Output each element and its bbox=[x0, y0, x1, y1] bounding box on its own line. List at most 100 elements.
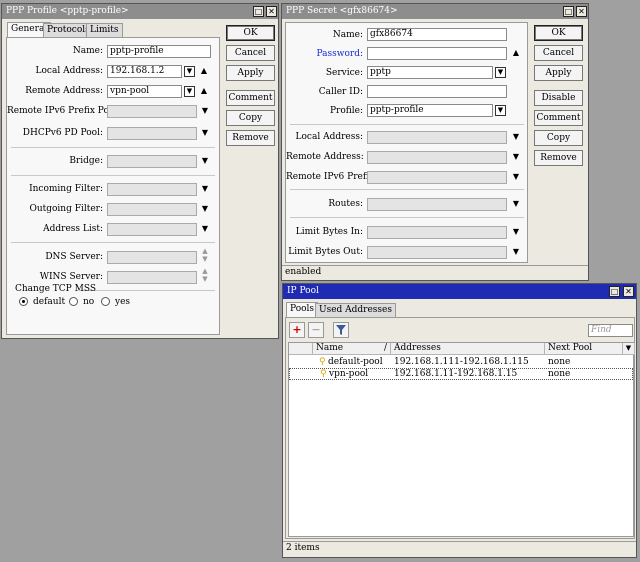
incoming-filter-input[interactable] bbox=[107, 183, 197, 196]
limit-bytes-out-input[interactable] bbox=[367, 246, 507, 259]
radio-yes-label: yes bbox=[115, 297, 131, 307]
remote-ipv6-prefix-pool-input[interactable] bbox=[107, 105, 197, 118]
limit-bytes-out-dropdown-icon[interactable]: ▼ bbox=[511, 247, 521, 257]
col-addresses-header[interactable]: Addresses bbox=[391, 343, 545, 355]
ok-button[interactable]: OK bbox=[226, 25, 275, 41]
address-list-label: Address List: bbox=[43, 224, 103, 234]
pool-name-cell: default-pool bbox=[328, 357, 383, 367]
tab-limits[interactable]: Limits bbox=[86, 23, 123, 37]
password-collapse-icon[interactable]: ▲ bbox=[511, 48, 521, 58]
password-input[interactable] bbox=[367, 47, 507, 60]
secret-remote-address-input[interactable] bbox=[367, 151, 507, 164]
profile-dropdown-icon[interactable]: ▼ bbox=[495, 105, 506, 116]
dns-server-spin-down-icon[interactable]: ▼ bbox=[200, 255, 210, 263]
cancel-button[interactable]: Cancel bbox=[534, 45, 583, 61]
col-next-pool-header[interactable]: Next Pool bbox=[545, 343, 623, 355]
dhcpv6-pd-pool-input[interactable] bbox=[107, 127, 197, 140]
maximize-icon[interactable]: □ bbox=[609, 286, 620, 297]
service-select[interactable]: pptp bbox=[367, 66, 493, 79]
name-input[interactable]: pptp-profile bbox=[107, 45, 211, 58]
limit-bytes-in-dropdown-icon[interactable]: ▼ bbox=[511, 227, 521, 237]
close-icon[interactable]: ✕ bbox=[266, 6, 277, 17]
copy-button[interactable]: Copy bbox=[226, 110, 275, 126]
limit-bytes-in-input[interactable] bbox=[367, 226, 507, 239]
outgoing-filter-input[interactable] bbox=[107, 203, 197, 216]
ppp-profile-titlebar[interactable]: PPP Profile <pptp-profile> bbox=[2, 4, 278, 19]
dns-server-label: DNS Server: bbox=[45, 252, 103, 262]
wins-server-input[interactable] bbox=[107, 271, 197, 284]
secret-remote-ipv6-prefix-dropdown-icon[interactable]: ▼ bbox=[511, 172, 521, 182]
close-icon[interactable]: ✕ bbox=[623, 286, 634, 297]
local-address-dropdown-icon[interactable]: ▼ bbox=[184, 66, 195, 77]
radio-default[interactable] bbox=[19, 297, 28, 306]
comment-button[interactable]: Comment bbox=[534, 110, 583, 126]
remove-button[interactable]: Remove bbox=[534, 150, 583, 166]
comment-button[interactable]: Comment bbox=[226, 90, 275, 106]
remote-address-input[interactable]: vpn-pool bbox=[107, 85, 182, 98]
local-address-collapse-icon[interactable]: ▲ bbox=[199, 66, 209, 76]
remote-ipv6-prefix-pool-dropdown-icon[interactable]: ▼ bbox=[200, 106, 210, 116]
remote-address-collapse-icon[interactable]: ▲ bbox=[199, 86, 209, 96]
wins-server-spin-icon[interactable]: ▲ bbox=[200, 267, 210, 275]
limit-bytes-in-label: Limit Bytes In: bbox=[295, 227, 363, 237]
tab-pools[interactable]: Pools bbox=[286, 302, 319, 317]
table-row[interactable]: ⚲ vpn-pool 192.168.1.11-192.168.1.15 non… bbox=[289, 368, 633, 380]
remove-button[interactable]: Remove bbox=[226, 130, 275, 146]
bridge-input[interactable] bbox=[107, 155, 197, 168]
cancel-button[interactable]: Cancel bbox=[226, 45, 275, 61]
bridge-dropdown-icon[interactable]: ▼ bbox=[200, 156, 210, 166]
routes-dropdown-icon[interactable]: ▼ bbox=[511, 199, 521, 209]
dhcpv6-pd-pool-dropdown-icon[interactable]: ▼ bbox=[200, 128, 210, 138]
wins-server-label: WINS Server: bbox=[39, 272, 103, 282]
caller-id-input[interactable] bbox=[367, 85, 507, 98]
close-icon[interactable]: ✕ bbox=[576, 6, 587, 17]
routes-label: Routes: bbox=[328, 199, 363, 209]
disable-button[interactable]: Disable bbox=[534, 90, 583, 106]
apply-button[interactable]: Apply bbox=[226, 65, 275, 81]
profile-select[interactable]: pptp-profile bbox=[367, 104, 493, 117]
secret-name-input[interactable]: gfx86674 bbox=[367, 28, 507, 41]
radio-yes[interactable] bbox=[101, 297, 110, 306]
col-name-header[interactable]: Name / bbox=[313, 343, 391, 355]
find-input[interactable]: Find bbox=[588, 324, 633, 337]
local-address-input[interactable]: 192.168.1.2 bbox=[107, 65, 182, 78]
columns-menu-icon[interactable]: ▼ bbox=[623, 343, 635, 355]
secret-local-address-dropdown-icon[interactable]: ▼ bbox=[511, 132, 521, 142]
dns-server-spin-icon[interactable]: ▲ bbox=[200, 247, 210, 255]
filter-icon[interactable] bbox=[333, 322, 349, 338]
service-label: Service: bbox=[325, 68, 363, 78]
pool-next-pool-cell: none bbox=[548, 369, 571, 379]
local-address-label: Local Address: bbox=[35, 66, 103, 76]
name-label: Name: bbox=[72, 46, 103, 56]
address-list-input[interactable] bbox=[107, 223, 197, 236]
secret-local-address-input[interactable] bbox=[367, 131, 507, 144]
service-dropdown-icon[interactable]: ▼ bbox=[495, 67, 506, 78]
incoming-filter-dropdown-icon[interactable]: ▼ bbox=[200, 184, 210, 194]
radio-no[interactable] bbox=[69, 297, 78, 306]
ok-button[interactable]: OK bbox=[534, 25, 583, 41]
outgoing-filter-dropdown-icon[interactable]: ▼ bbox=[200, 204, 210, 214]
table-row[interactable]: ⚲ default-pool 192.168.1.111-192.168.1.1… bbox=[289, 356, 633, 368]
ppp-secret-titlebar[interactable]: PPP Secret <gfx86674> bbox=[282, 4, 588, 19]
add-icon[interactable]: + bbox=[289, 322, 305, 338]
apply-button[interactable]: Apply bbox=[534, 65, 583, 81]
tab-used-addresses[interactable]: Used Addresses bbox=[315, 303, 396, 317]
remove-icon[interactable]: − bbox=[308, 322, 324, 338]
ip-pool-title: IP Pool bbox=[287, 286, 319, 296]
copy-button[interactable]: Copy bbox=[534, 130, 583, 146]
maximize-icon[interactable]: □ bbox=[253, 6, 264, 17]
ppp-secret-window: PPP Secret <gfx86674> □ ✕ Name: gfx86674… bbox=[281, 3, 589, 281]
remote-ipv6-prefix-pool-label: Remote IPv6 Prefix Pool: bbox=[7, 106, 121, 116]
remote-address-dropdown-icon[interactable]: ▼ bbox=[184, 86, 195, 97]
secret-remote-address-dropdown-icon[interactable]: ▼ bbox=[511, 152, 521, 162]
secret-local-address-label: Local Address: bbox=[295, 132, 363, 142]
dns-server-input[interactable] bbox=[107, 251, 197, 264]
ip-pool-titlebar[interactable]: IP Pool bbox=[283, 284, 636, 299]
password-label: Password: bbox=[316, 49, 363, 59]
maximize-icon[interactable]: □ bbox=[563, 6, 574, 17]
secret-remote-ipv6-prefix-input[interactable] bbox=[367, 171, 507, 184]
separator bbox=[11, 242, 215, 243]
address-list-dropdown-icon[interactable]: ▼ bbox=[200, 224, 210, 234]
routes-input[interactable] bbox=[367, 198, 507, 211]
wins-server-spin-down-icon[interactable]: ▼ bbox=[200, 275, 210, 283]
